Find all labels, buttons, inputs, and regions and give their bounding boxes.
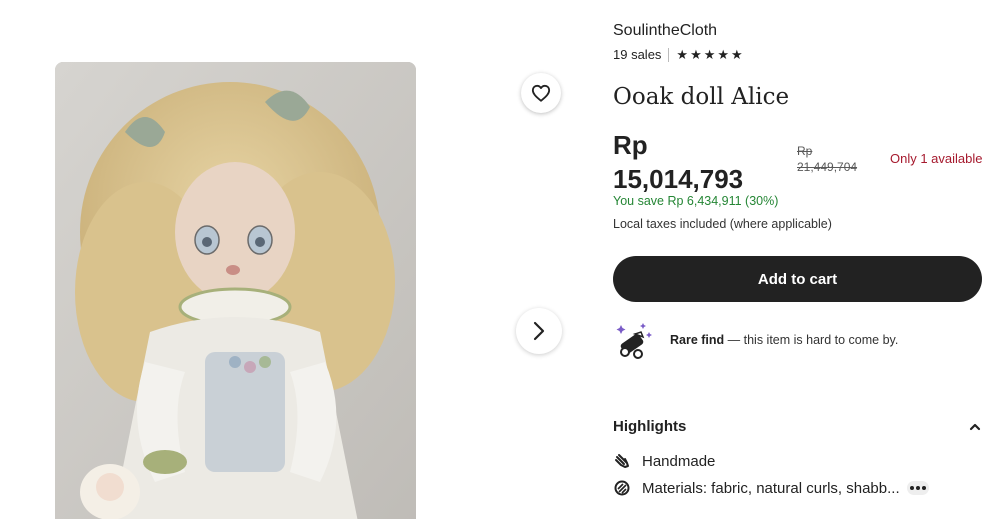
original-price: Rp 21,449,704 — [797, 143, 857, 175]
price-value: 15,014,793 — [613, 164, 744, 194]
shop-stats: 19 sales ★ ★ ★ ★ ★ — [613, 47, 743, 62]
favorite-button[interactable] — [521, 73, 561, 113]
highlights-heading: Highlights — [613, 418, 687, 435]
rare-find-text: Rare find — this item is hard to come by… — [670, 333, 898, 347]
divider — [668, 47, 670, 62]
highlights-toggle[interactable]: Highlights — [613, 418, 982, 435]
listing-title: Ooak doll Alice — [613, 84, 790, 110]
savings-text: You save Rp 6,434,911 (30%) — [613, 194, 779, 208]
shop-name-link[interactable]: SoulintheCloth — [613, 22, 717, 40]
more-button[interactable] — [906, 481, 929, 495]
old-price-value: 21,449,704 — [797, 160, 858, 174]
rare-find-description: — this item is hard to come by. — [724, 333, 899, 347]
rare-find-label: Rare find — [670, 333, 725, 347]
taxes-note: Local taxes included (where applicable) — [613, 217, 832, 231]
rating-stars[interactable]: ★ ★ ★ ★ ★ — [676, 48, 742, 61]
highlight-handmade: Handmade — [613, 452, 715, 470]
current-price: Rp 15,014,793 — [613, 128, 743, 196]
star-icon: ★ — [703, 47, 716, 62]
product-image[interactable] — [55, 62, 416, 519]
materials-icon — [613, 479, 631, 497]
heart-icon — [531, 84, 551, 102]
old-price-currency: Rp — [797, 144, 813, 158]
star-icon: ★ — [690, 47, 702, 62]
hand-icon — [613, 452, 631, 470]
sales-count: 19 sales — [613, 47, 662, 62]
star-icon: ★ — [676, 47, 689, 62]
highlight-label: Materials: fabric, natural curls, shabb.… — [642, 479, 900, 497]
highlight-materials: Materials: fabric, natural curls, shabb.… — [613, 479, 929, 497]
chevron-right-icon — [533, 321, 545, 341]
star-icon: ★ — [717, 47, 730, 62]
chevron-up-icon — [969, 423, 981, 430]
ellipsis-icon — [909, 486, 926, 490]
highlight-label: Handmade — [642, 452, 716, 470]
stock-status: Only 1 available — [890, 151, 983, 166]
rare-find-icon — [616, 323, 652, 359]
next-image-button[interactable] — [516, 308, 562, 354]
rare-find-notice: Rare find — this item is hard to come by… — [613, 320, 898, 360]
price-currency: Rp — [613, 130, 648, 160]
star-icon: ★ — [731, 47, 743, 62]
add-to-cart-button[interactable]: Add to cart — [613, 256, 982, 302]
doll-photo — [55, 62, 416, 519]
